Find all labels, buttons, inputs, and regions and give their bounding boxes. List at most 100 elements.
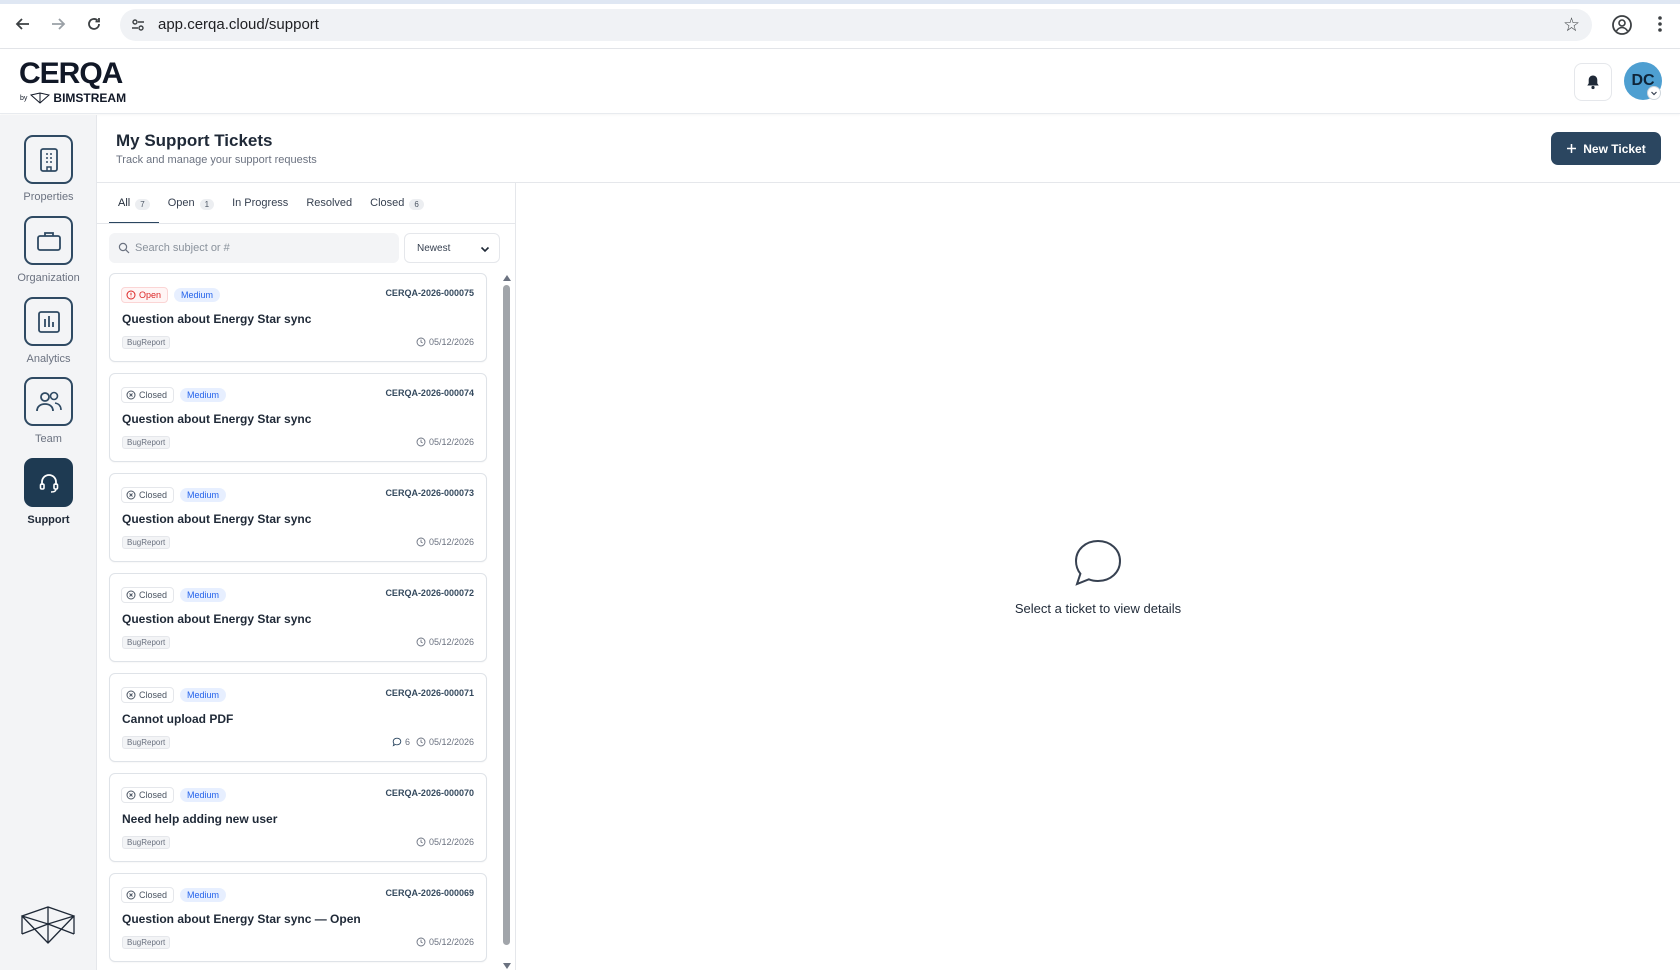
tabs-divider — [97, 223, 516, 224]
badge-row: Open Medium — [121, 287, 221, 303]
tab-closed[interactable]: Closed 6 — [361, 195, 433, 222]
clock-icon — [416, 637, 426, 647]
ticket-meta: 6 05/12/2026 — [392, 737, 474, 747]
tab-count: 1 — [199, 199, 215, 210]
new-ticket-button[interactable]: New Ticket — [1551, 132, 1661, 165]
alert-circle-icon — [126, 290, 136, 300]
priority-badge: Medium — [174, 288, 221, 302]
tab-in-progress[interactable]: In Progress — [223, 195, 297, 222]
tab-label: Resolved — [306, 197, 353, 209]
badge-row: Closed Medium — [121, 887, 227, 903]
logo-by: by — [20, 94, 28, 102]
ticket-meta: 05/12/2026 — [416, 937, 474, 947]
scroll-up-arrow-icon[interactable] — [502, 273, 511, 282]
sidebar-item-label: Support — [27, 514, 70, 526]
sidebar-item-analytics[interactable]: Analytics — [0, 297, 97, 365]
forward-icon[interactable] — [47, 13, 69, 35]
ticket-number: CERQA-2026-000074 — [385, 388, 474, 398]
sort-select[interactable]: Newest — [404, 233, 500, 263]
priority-badge: Medium — [180, 488, 227, 502]
sidebar: Properties Organization Analytics Team S… — [0, 115, 97, 970]
ticket-list-scrollbar[interactable] — [502, 273, 511, 970]
ticket-card[interactable]: Closed Medium CERQA-2026-000074 Question… — [109, 373, 487, 462]
clock-icon — [416, 437, 426, 447]
comment-count: 6 — [392, 737, 410, 747]
sidebar-icon-box — [24, 216, 73, 265]
search-icon — [118, 242, 130, 254]
status-badge: Open — [121, 287, 169, 303]
address-bar[interactable]: app.cerqa.cloud/support ☆ — [120, 9, 1592, 41]
scroll-down-arrow-icon[interactable] — [502, 961, 511, 970]
clock-icon — [416, 837, 426, 847]
browser-menu-icon[interactable] — [1652, 12, 1668, 36]
url-text[interactable]: app.cerqa.cloud/support — [158, 16, 319, 33]
search-input[interactable] — [135, 233, 393, 263]
status-badge: Closed — [121, 587, 175, 603]
ticket-number: CERQA-2026-000069 — [385, 888, 474, 898]
status-label: Closed — [139, 390, 168, 400]
category-tag: BugReport — [122, 436, 171, 449]
sidebar-item-team[interactable]: Team — [0, 377, 97, 445]
tab-resolved[interactable]: Resolved — [297, 195, 361, 222]
ticket-card[interactable]: Open Medium CERQA-2026-000075 Question a… — [109, 273, 487, 362]
ticket-date-text: 05/12/2026 — [428, 637, 474, 647]
tab-open[interactable]: Open 1 — [159, 195, 223, 222]
avatar-chevron-down-icon[interactable] — [1647, 86, 1661, 100]
logo-byline: by BIMSTREAM — [20, 91, 126, 105]
status-label: Open — [139, 290, 162, 300]
sidebar-icon-box — [24, 458, 73, 507]
tab-all[interactable]: All 7 — [109, 195, 159, 224]
browser-toolbar: app.cerqa.cloud/support ☆ — [0, 0, 1680, 49]
ticket-number: CERQA-2026-000071 — [385, 688, 474, 698]
building-icon — [39, 147, 58, 172]
ticket-meta: 05/12/2026 — [416, 437, 474, 447]
chevron-down-icon — [480, 246, 490, 253]
ticket-date: 05/12/2026 — [416, 537, 474, 547]
ticket-card[interactable]: Closed Medium CERQA-2026-000071 Cannot u… — [109, 673, 487, 762]
ticket-card[interactable]: Closed Medium CERQA-2026-000069 Question… — [109, 873, 487, 962]
ticket-card[interactable]: Closed Medium CERQA-2026-000072 Question… — [109, 573, 487, 662]
sidebar-item-support[interactable]: Support — [0, 458, 97, 526]
notifications-button[interactable] — [1574, 63, 1612, 101]
browser-profile-icon[interactable] — [1610, 13, 1634, 37]
x-circle-icon — [126, 690, 136, 700]
ticket-list: Open Medium CERQA-2026-000075 Question a… — [109, 273, 488, 970]
ticket-number: CERQA-2026-000075 — [385, 288, 474, 298]
page-title: My Support Tickets — [116, 131, 273, 150]
ticket-card[interactable]: Closed Medium CERQA-2026-000070 Need hel… — [109, 773, 487, 862]
ticket-date-text: 05/12/2026 — [428, 437, 474, 447]
scroll-thumb[interactable] — [503, 285, 510, 945]
site-settings-icon[interactable] — [130, 17, 146, 33]
ticket-title: Question about Energy Star sync — [122, 312, 312, 326]
reload-icon[interactable] — [83, 13, 105, 35]
bookmark-star-icon[interactable]: ☆ — [1563, 14, 1580, 37]
priority-badge: Medium — [180, 788, 227, 802]
status-badge: Closed — [121, 687, 175, 703]
badge-row: Closed Medium — [121, 587, 227, 603]
x-circle-icon — [126, 590, 136, 600]
ticket-date-text: 05/12/2026 — [428, 337, 474, 347]
clock-icon — [416, 537, 426, 547]
search-box[interactable] — [109, 233, 399, 263]
sidebar-item-label: Analytics — [26, 353, 71, 365]
ticket-card[interactable]: Closed Medium CERQA-2026-000073 Question… — [109, 473, 487, 562]
x-circle-icon — [126, 790, 136, 800]
chat-bubble-icon — [1074, 539, 1122, 586]
ticket-date: 05/12/2026 — [416, 337, 474, 347]
bell-icon — [1587, 75, 1599, 90]
sidebar-item-properties[interactable]: Properties — [0, 135, 97, 203]
ticket-meta: 05/12/2026 — [416, 637, 474, 647]
tab-count: 6 — [409, 199, 424, 210]
sidebar-item-organization[interactable]: Organization — [0, 216, 97, 284]
ticket-date-text: 05/12/2026 — [428, 937, 474, 947]
ticket-title: Question about Energy Star sync — [122, 612, 312, 626]
logo-brand: BIMSTREAM — [53, 91, 127, 105]
new-ticket-label: New Ticket — [1583, 141, 1646, 156]
tab-label: Closed — [370, 197, 405, 209]
back-icon[interactable] — [12, 13, 34, 35]
sidebar-icon-box — [24, 297, 73, 346]
ticket-date: 05/12/2026 — [416, 837, 474, 847]
ticket-title: Question about Energy Star sync — Open — [122, 912, 361, 926]
app-logo[interactable]: CERQA — [19, 57, 123, 91]
status-badge: Closed — [121, 787, 175, 803]
